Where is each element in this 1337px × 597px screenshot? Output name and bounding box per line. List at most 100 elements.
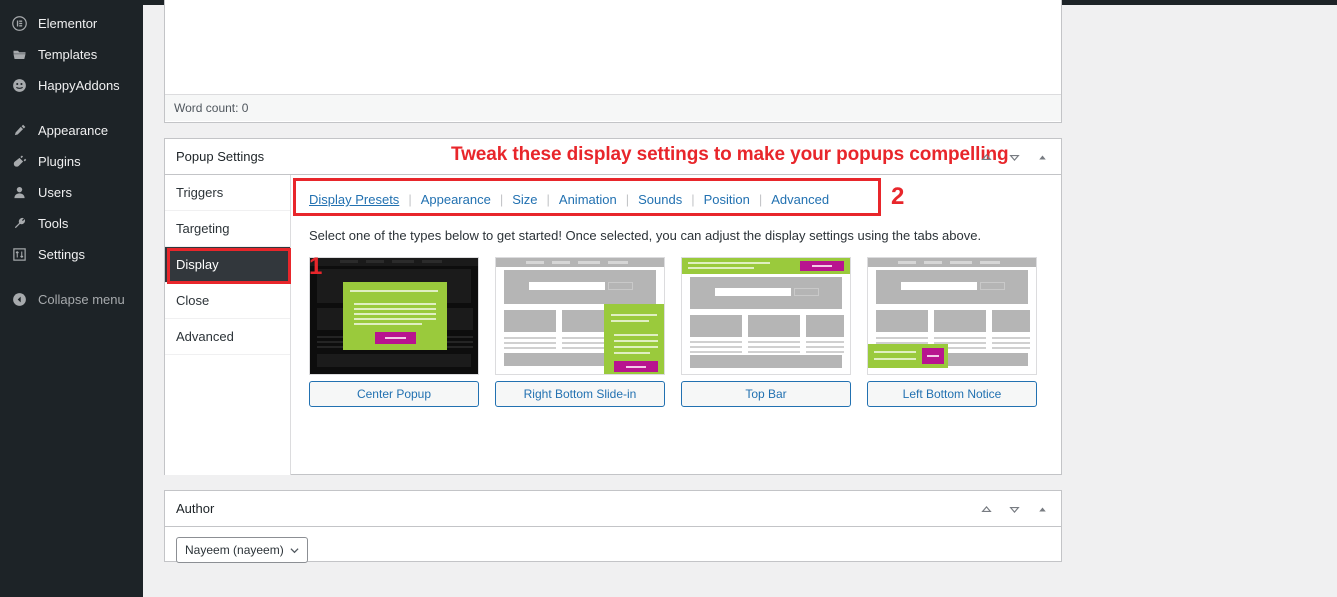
mock-footer <box>317 354 471 367</box>
mock-card <box>748 315 800 337</box>
mock-slidein-box <box>604 304 664 374</box>
sidebar-item-settings[interactable]: Settings <box>0 239 143 270</box>
mock-popup-heading <box>874 358 916 360</box>
mock-nav-item <box>366 260 384 263</box>
mock-text-line <box>748 351 800 353</box>
plug-icon <box>9 152 29 172</box>
preset-label-center-popup[interactable]: Center Popup <box>309 381 479 407</box>
settings-tab-label: Targeting <box>176 221 230 236</box>
move-up-icon[interactable] <box>973 142 999 172</box>
user-icon <box>9 183 29 203</box>
popup-settings-title: Popup Settings <box>176 149 265 164</box>
sidebar-item-label: Elementor <box>38 16 98 31</box>
preset-center-popup[interactable]: Center Popup <box>309 257 479 407</box>
mock-popup-heading <box>350 290 438 292</box>
settings-tab-advanced[interactable]: Advanced <box>165 319 290 355</box>
toggle-panel-icon[interactable] <box>1029 494 1055 524</box>
mock-text-line <box>748 341 800 343</box>
sidebar-item-templates[interactable]: Templates <box>0 39 143 70</box>
preset-left-bottom-notice[interactable]: Left Bottom Notice <box>867 257 1037 407</box>
sliders-icon <box>9 245 29 265</box>
toggle-panel-icon[interactable] <box>1029 142 1055 172</box>
preset-label-top-bar[interactable]: Top Bar <box>681 381 851 407</box>
elementor-icon <box>9 14 29 34</box>
mock-nav-item <box>552 261 570 264</box>
templates-folder-icon <box>9 45 29 65</box>
mock-nav-item <box>340 260 358 263</box>
mock-text-line <box>992 347 1030 349</box>
author-title: Author <box>176 501 215 516</box>
mock-popup-heading <box>611 314 657 316</box>
sidebar-item-appearance[interactable]: Appearance <box>0 115 143 146</box>
mock-cta-label <box>385 337 406 339</box>
mock-nav-item <box>578 261 600 264</box>
author-metabox: Author Nayeem (nayeem) <box>164 490 1062 563</box>
mock-hero-input <box>715 288 791 296</box>
mock-popup-cta-button <box>800 261 844 271</box>
subtab-separator: | <box>499 192 504 207</box>
preset-thumbnail[interactable] <box>867 257 1037 375</box>
preset-thumbnail[interactable] <box>495 257 665 375</box>
preset-right-bottom-slide-in[interactable]: Right Bottom Slide-in <box>495 257 665 407</box>
popup-settings-header: Popup Settings Tweak these display setti… <box>165 139 1061 175</box>
move-down-icon[interactable] <box>1001 494 1027 524</box>
subtab-size[interactable]: Size <box>512 192 537 207</box>
editor-text-area[interactable] <box>165 0 1061 94</box>
mock-popup-body-line <box>614 346 658 348</box>
move-up-icon[interactable] <box>973 494 999 524</box>
subtab-separator: | <box>758 192 763 207</box>
sidebar-item-elementor[interactable]: Elementor <box>0 8 143 39</box>
subtab-sounds[interactable]: Sounds <box>638 192 682 207</box>
settings-tab-close[interactable]: Close <box>165 283 290 319</box>
preset-top-bar[interactable]: Top Bar <box>681 257 851 407</box>
preset-thumbnail[interactable] <box>681 257 851 375</box>
sidebar-item-happyaddons[interactable]: HappyAddons <box>0 70 143 101</box>
mock-hero-button <box>608 282 633 290</box>
mock-hero-input <box>529 282 605 290</box>
mock-popup-body-line <box>354 323 422 325</box>
mock-card <box>992 310 1030 332</box>
mock-card <box>504 310 556 332</box>
mock-nav-item <box>608 261 628 264</box>
annotation-banner: Tweak these display settings to make you… <box>451 144 1009 165</box>
mock-hero-input <box>901 282 977 290</box>
mock-card <box>806 315 844 337</box>
mock-notice-box <box>868 344 948 368</box>
author-select[interactable]: Nayeem (nayeem) <box>176 537 308 563</box>
subtab-display-presets[interactable]: Display Presets <box>309 192 399 207</box>
subtab-advanced[interactable]: Advanced <box>771 192 829 207</box>
mock-popup-box <box>343 282 447 350</box>
subtab-position[interactable]: Position <box>704 192 750 207</box>
subtab-animation[interactable]: Animation <box>559 192 617 207</box>
mock-card <box>876 310 928 332</box>
preset-label-right-bottom-slide-in[interactable]: Right Bottom Slide-in <box>495 381 665 407</box>
sidebar-item-label: Appearance <box>38 123 109 138</box>
paintbrush-icon <box>9 121 29 141</box>
subtab-appearance[interactable]: Appearance <box>421 192 491 207</box>
sidebar-item-collapse-menu[interactable]: Collapse menu <box>0 284 143 315</box>
mock-text-line <box>748 346 800 348</box>
metabox-handle-actions <box>973 139 1055 175</box>
settings-tab-triggers[interactable]: Triggers <box>165 175 290 211</box>
sidebar-item-label: Users <box>38 185 72 200</box>
sidebar-divider-gap-2 <box>0 270 143 284</box>
preset-thumbnail[interactable] <box>309 257 479 375</box>
mock-nav-item <box>898 261 916 264</box>
settings-tab-label: Close <box>176 293 210 308</box>
mock-popup-cta-button <box>375 332 416 344</box>
settings-tab-targeting[interactable]: Targeting <box>165 211 290 247</box>
mock-text-line <box>690 341 742 343</box>
settings-tab-display[interactable]: Display <box>165 247 290 283</box>
sidebar-item-users[interactable]: Users <box>0 177 143 208</box>
sidebar-item-label: Collapse menu <box>38 292 125 307</box>
mock-price-badge <box>922 348 944 364</box>
mock-hero-button <box>794 288 819 296</box>
mock-popup-heading <box>874 351 916 353</box>
preset-label-left-bottom-notice[interactable]: Left Bottom Notice <box>867 381 1037 407</box>
preset-help-text: Select one of the types below to get sta… <box>309 228 982 243</box>
sidebar-item-tools[interactable]: Tools <box>0 208 143 239</box>
move-down-icon[interactable] <box>1001 142 1027 172</box>
settings-tab-label: Advanced <box>176 329 234 344</box>
sidebar-item-label: Plugins <box>38 154 81 169</box>
sidebar-item-plugins[interactable]: Plugins <box>0 146 143 177</box>
